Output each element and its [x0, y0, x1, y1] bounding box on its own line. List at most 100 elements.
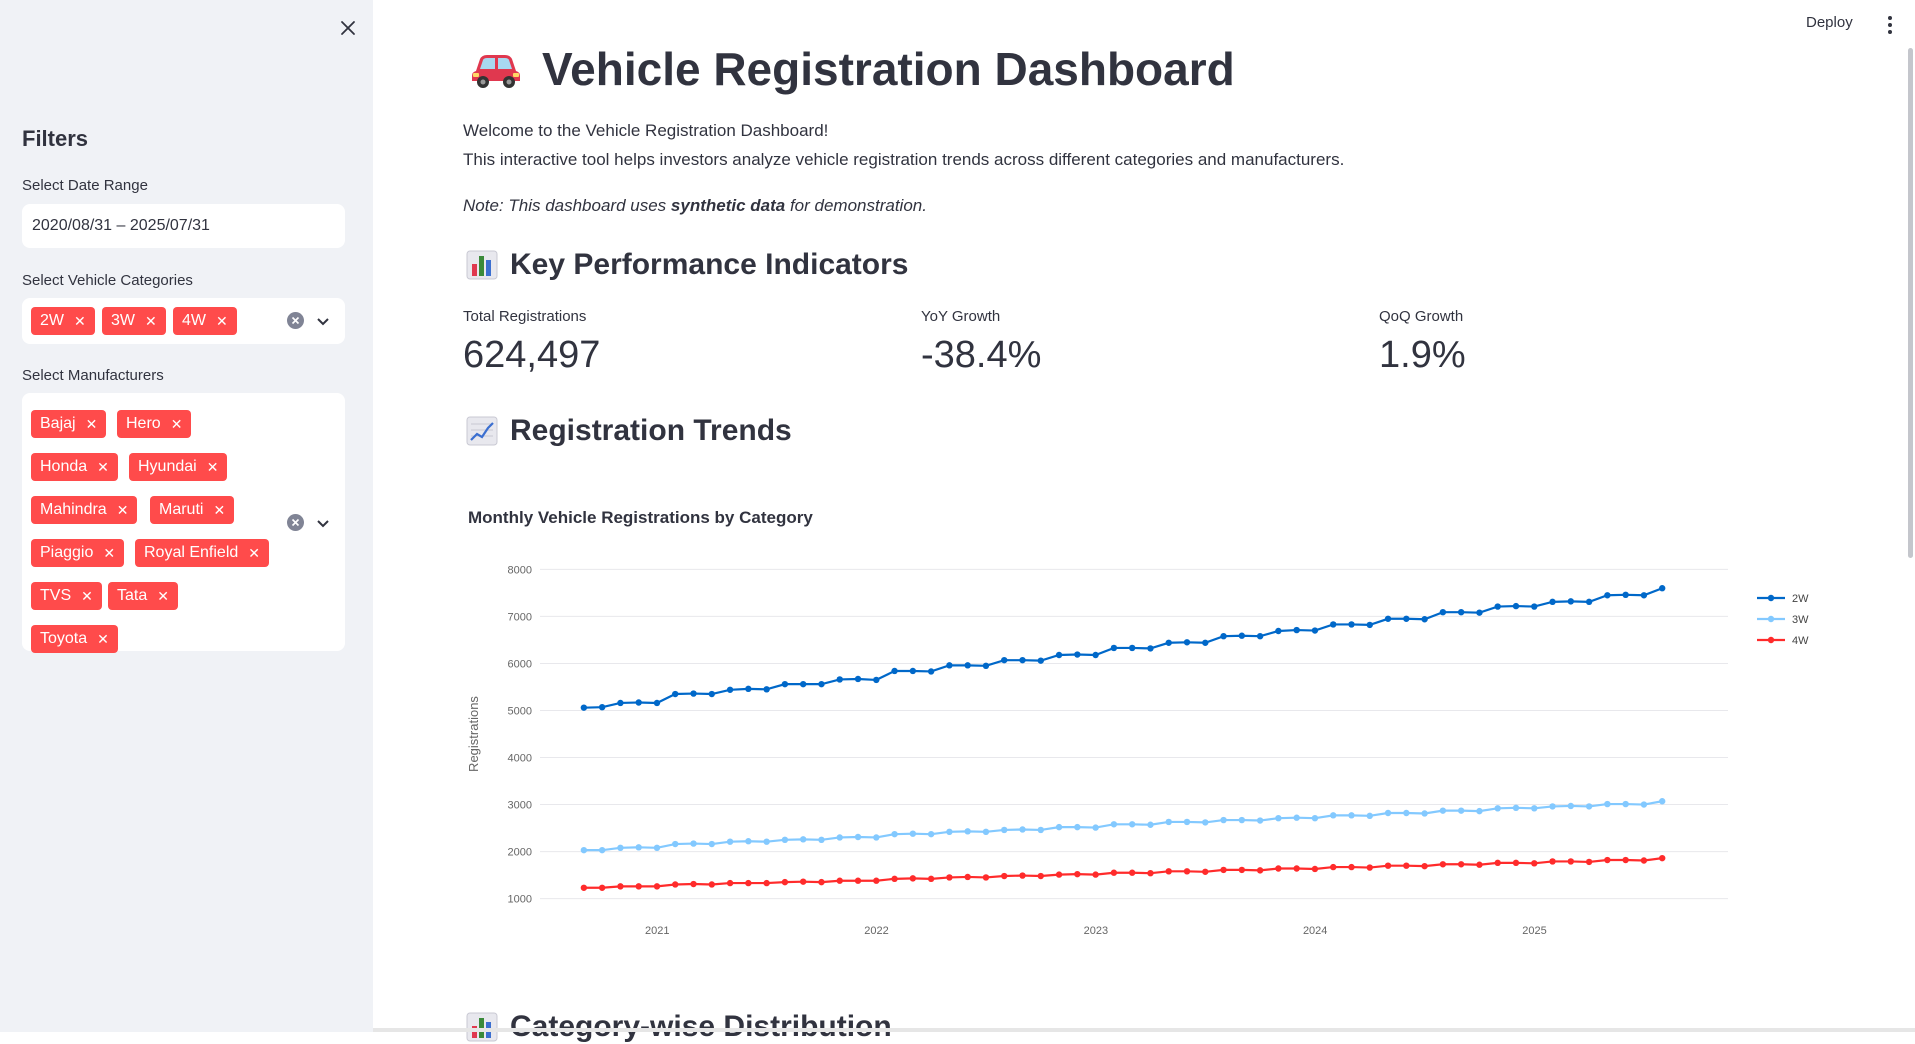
- data-point: [891, 830, 898, 838]
- bar-chart-icon: [466, 250, 498, 280]
- categories-multiselect[interactable]: 2W ✕ 3W ✕ 4W ✕: [22, 298, 345, 344]
- data-point: [1366, 864, 1373, 871]
- data-point: [799, 836, 807, 843]
- chip-hyundai[interactable]: Hyundai ✕: [129, 453, 228, 481]
- data-point: [726, 686, 734, 693]
- kpi-qoq-value: 1.9%: [1379, 334, 1466, 376]
- manufacturers-label: Select Manufacturers: [22, 367, 164, 384]
- chip-remove-icon[interactable]: ✕: [157, 588, 169, 605]
- data-point: [1110, 644, 1118, 652]
- data-point: [1165, 639, 1172, 646]
- chip-royal-enfield[interactable]: Royal Enfield ✕: [135, 539, 270, 567]
- data-point: [1256, 632, 1264, 640]
- data-point: [1238, 632, 1246, 639]
- chip-hero[interactable]: Hero ✕: [117, 410, 192, 438]
- legend-marker: [1767, 636, 1775, 644]
- note-suffix: for demonstration.: [785, 196, 927, 215]
- data-point: [1494, 859, 1501, 867]
- chip-label: Hyundai: [138, 458, 197, 475]
- data-point: [672, 690, 679, 698]
- chip-4w[interactable]: 4W ✕: [173, 307, 237, 335]
- chip-remove-icon[interactable]: ✕: [207, 459, 219, 476]
- chip-piaggio[interactable]: Piaggio ✕: [31, 539, 125, 567]
- data-point: [818, 878, 825, 886]
- data-point: [1549, 803, 1556, 810]
- chip-2w[interactable]: 2W ✕: [31, 307, 95, 335]
- chip-label: TVS: [40, 587, 72, 604]
- y-tick-label: 7000: [508, 611, 532, 623]
- chip-toyota[interactable]: Toyota ✕: [31, 625, 118, 653]
- manufacturers-multiselect[interactable]: Bajaj ✕ Hero ✕ Honda ✕ Hyundai ✕ Mahindra ✕ M…: [22, 393, 345, 653]
- intro-line-1: Welcome to the Vehicle Registration Dash…: [463, 121, 829, 140]
- date-range-value: 2020/08/31 – 2025/07/31: [32, 217, 210, 234]
- chip-remove-icon[interactable]: ✕: [74, 313, 86, 330]
- data-point: [982, 828, 990, 836]
- chip-maruti[interactable]: Maruti ✕: [150, 496, 235, 524]
- chip-remove-icon[interactable]: ✕: [216, 313, 228, 330]
- chip-remove-icon[interactable]: ✕: [86, 416, 98, 433]
- data-point: [1330, 812, 1337, 819]
- data-point: [1256, 817, 1264, 824]
- data-point: [1494, 603, 1501, 610]
- data-point: [653, 883, 661, 890]
- chip-remove-icon[interactable]: ✕: [171, 416, 183, 433]
- date-range-input[interactable]: 2020/08/31 – 2025/07/31: [22, 204, 345, 248]
- close-sidebar-button[interactable]: [334, 14, 362, 42]
- data-point: [617, 883, 624, 890]
- data-point: [1055, 823, 1063, 831]
- data-point: [1055, 871, 1063, 878]
- registrations-line-chart[interactable]: 1000 2000 3000 4000 5000 6000 7000 8000 2021 2022…: [460, 545, 1850, 945]
- data-point: [854, 675, 862, 683]
- chip-remove-icon[interactable]: ✕: [97, 459, 109, 476]
- data-point: [1403, 809, 1410, 817]
- chevron-down-icon[interactable]: [314, 514, 332, 532]
- chip-3w[interactable]: 3W ✕: [102, 307, 166, 335]
- chip-label: Maruti: [159, 501, 204, 518]
- kebab-menu-icon[interactable]: [1882, 14, 1898, 36]
- close-icon: [341, 21, 355, 35]
- clear-all-icon[interactable]: [287, 514, 304, 531]
- data-point: [617, 844, 624, 852]
- chip-label: 4W: [182, 312, 206, 329]
- chevron-down-icon[interactable]: [314, 312, 332, 330]
- data-point: [1074, 823, 1081, 831]
- kpi-total-label: Total Registrations: [463, 308, 587, 325]
- data-point: [1037, 657, 1044, 664]
- legend-marker: [1767, 594, 1775, 602]
- chip-tata[interactable]: Tata ✕: [108, 582, 178, 610]
- chip-mahindra[interactable]: Mahindra ✕: [31, 496, 138, 524]
- chip-remove-icon[interactable]: ✕: [213, 502, 225, 519]
- data-point: [836, 834, 843, 841]
- data-point: [1457, 861, 1465, 868]
- data-point: [1659, 854, 1666, 862]
- data-point: [1604, 800, 1611, 808]
- data-point: [708, 881, 716, 888]
- chip-label: Toyota: [40, 630, 88, 647]
- chip-remove-icon[interactable]: ✕: [145, 313, 157, 330]
- x-tick-label: 2023: [1084, 925, 1108, 937]
- distribution-heading-text: Category-wise Distribution: [510, 1010, 892, 1043]
- chip-honda[interactable]: Honda ✕: [31, 453, 118, 481]
- chip-remove-icon[interactable]: ✕: [117, 502, 129, 519]
- data-point: [617, 699, 624, 707]
- data-point: [580, 846, 588, 854]
- data-point: [1128, 644, 1136, 652]
- chip-remove-icon[interactable]: ✕: [103, 545, 115, 562]
- data-point: [1019, 872, 1026, 879]
- deploy-button[interactable]: Deploy: [1806, 14, 1853, 31]
- x-tick-label: 2025: [1522, 925, 1546, 937]
- chip-remove-icon[interactable]: ✕: [97, 631, 109, 648]
- data-point: [635, 844, 642, 851]
- data-point: [1183, 639, 1191, 646]
- chip-bajaj[interactable]: Bajaj ✕: [31, 410, 107, 438]
- chip-remove-icon[interactable]: ✕: [248, 545, 260, 562]
- data-point: [1183, 818, 1191, 826]
- chip-tvs[interactable]: TVS ✕: [31, 582, 102, 610]
- data-point: [1092, 871, 1099, 878]
- clear-all-icon[interactable]: [287, 312, 304, 329]
- chip-label: Bajaj: [40, 415, 76, 432]
- data-point: [1202, 819, 1209, 826]
- data-point: [1512, 602, 1520, 610]
- scrollbar[interactable]: [1908, 48, 1913, 558]
- chip-remove-icon[interactable]: ✕: [81, 588, 93, 605]
